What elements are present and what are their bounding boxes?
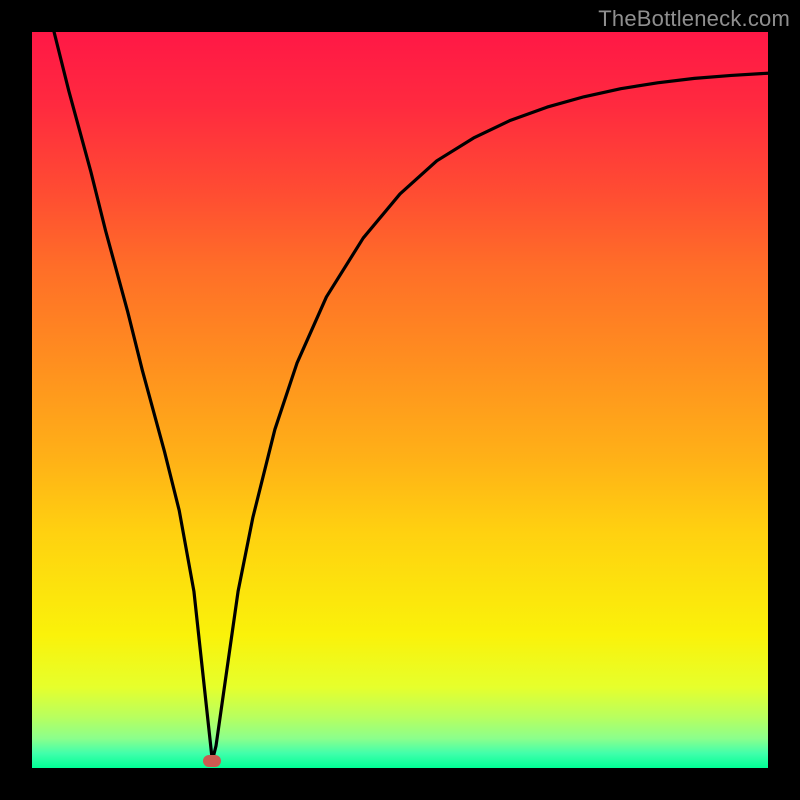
watermark-text: TheBottleneck.com — [598, 6, 790, 32]
bottleneck-curve — [54, 32, 768, 761]
minimum-marker — [203, 755, 221, 767]
plot-area — [32, 32, 768, 768]
chart-frame: TheBottleneck.com — [0, 0, 800, 800]
curve-svg — [32, 32, 768, 768]
